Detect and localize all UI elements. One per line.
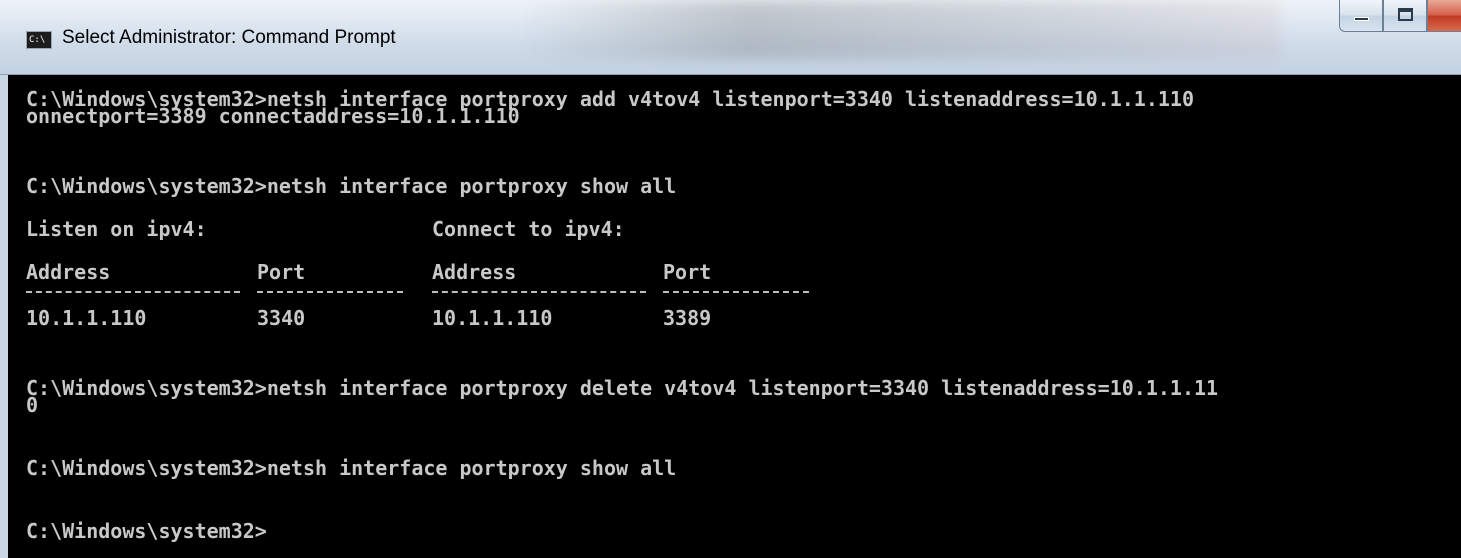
console-line: 0 — [26, 393, 39, 417]
table-group-connect: Connect to ipv4: — [432, 217, 625, 241]
maximize-icon — [1398, 8, 1413, 21]
table-cell-connect-address: 10.1.1.110 — [432, 306, 553, 330]
close-button[interactable] — [1427, 0, 1461, 32]
table-header-separator — [663, 291, 809, 293]
console-prompt[interactable]: C:\Windows\system32> — [26, 521, 267, 541]
table-header-separator — [257, 291, 403, 293]
table-cell-listen-port: 3340 — [257, 306, 306, 330]
console-line: C:\Windows\system32>netsh interface port… — [26, 456, 677, 480]
maximize-button[interactable] — [1383, 0, 1427, 32]
minimize-icon — [1354, 17, 1369, 21]
table-group-listen: Listen on ipv4: — [26, 217, 207, 241]
console-line: onnectport=3389 connectaddress=10.1.1.11… — [26, 104, 520, 128]
title-bar[interactable]: C:\ Select Administrator: Command Prompt — [0, 0, 1461, 75]
title-bar-glass — [520, 0, 1280, 60]
table-header-connect-port: Port — [663, 260, 712, 284]
console-icon[interactable]: C:\ — [26, 31, 52, 49]
minimize-button[interactable] — [1339, 0, 1383, 32]
table-cell-connect-port: 3389 — [663, 306, 712, 330]
command-prompt-window: C:\ Select Administrator: Command Prompt… — [0, 0, 1461, 558]
table-header-separator — [432, 291, 646, 293]
caption-buttons — [1339, 0, 1461, 34]
table-header-listen-port: Port — [257, 260, 306, 284]
window-title: Select Administrator: Command Prompt — [62, 27, 396, 48]
console-line: C:\Windows\system32>netsh interface port… — [26, 174, 677, 198]
table-header-connect-address: Address — [432, 260, 517, 284]
table-header-separator — [26, 291, 240, 293]
console-output[interactable]: C:\Windows\system32>netsh interface port… — [0, 75, 1461, 558]
table-header-listen-address: Address — [26, 260, 111, 284]
console-line: C:\Windows\system32>netsh interface port… — [26, 376, 1219, 400]
table-cell-listen-address: 10.1.1.110 — [26, 306, 147, 330]
